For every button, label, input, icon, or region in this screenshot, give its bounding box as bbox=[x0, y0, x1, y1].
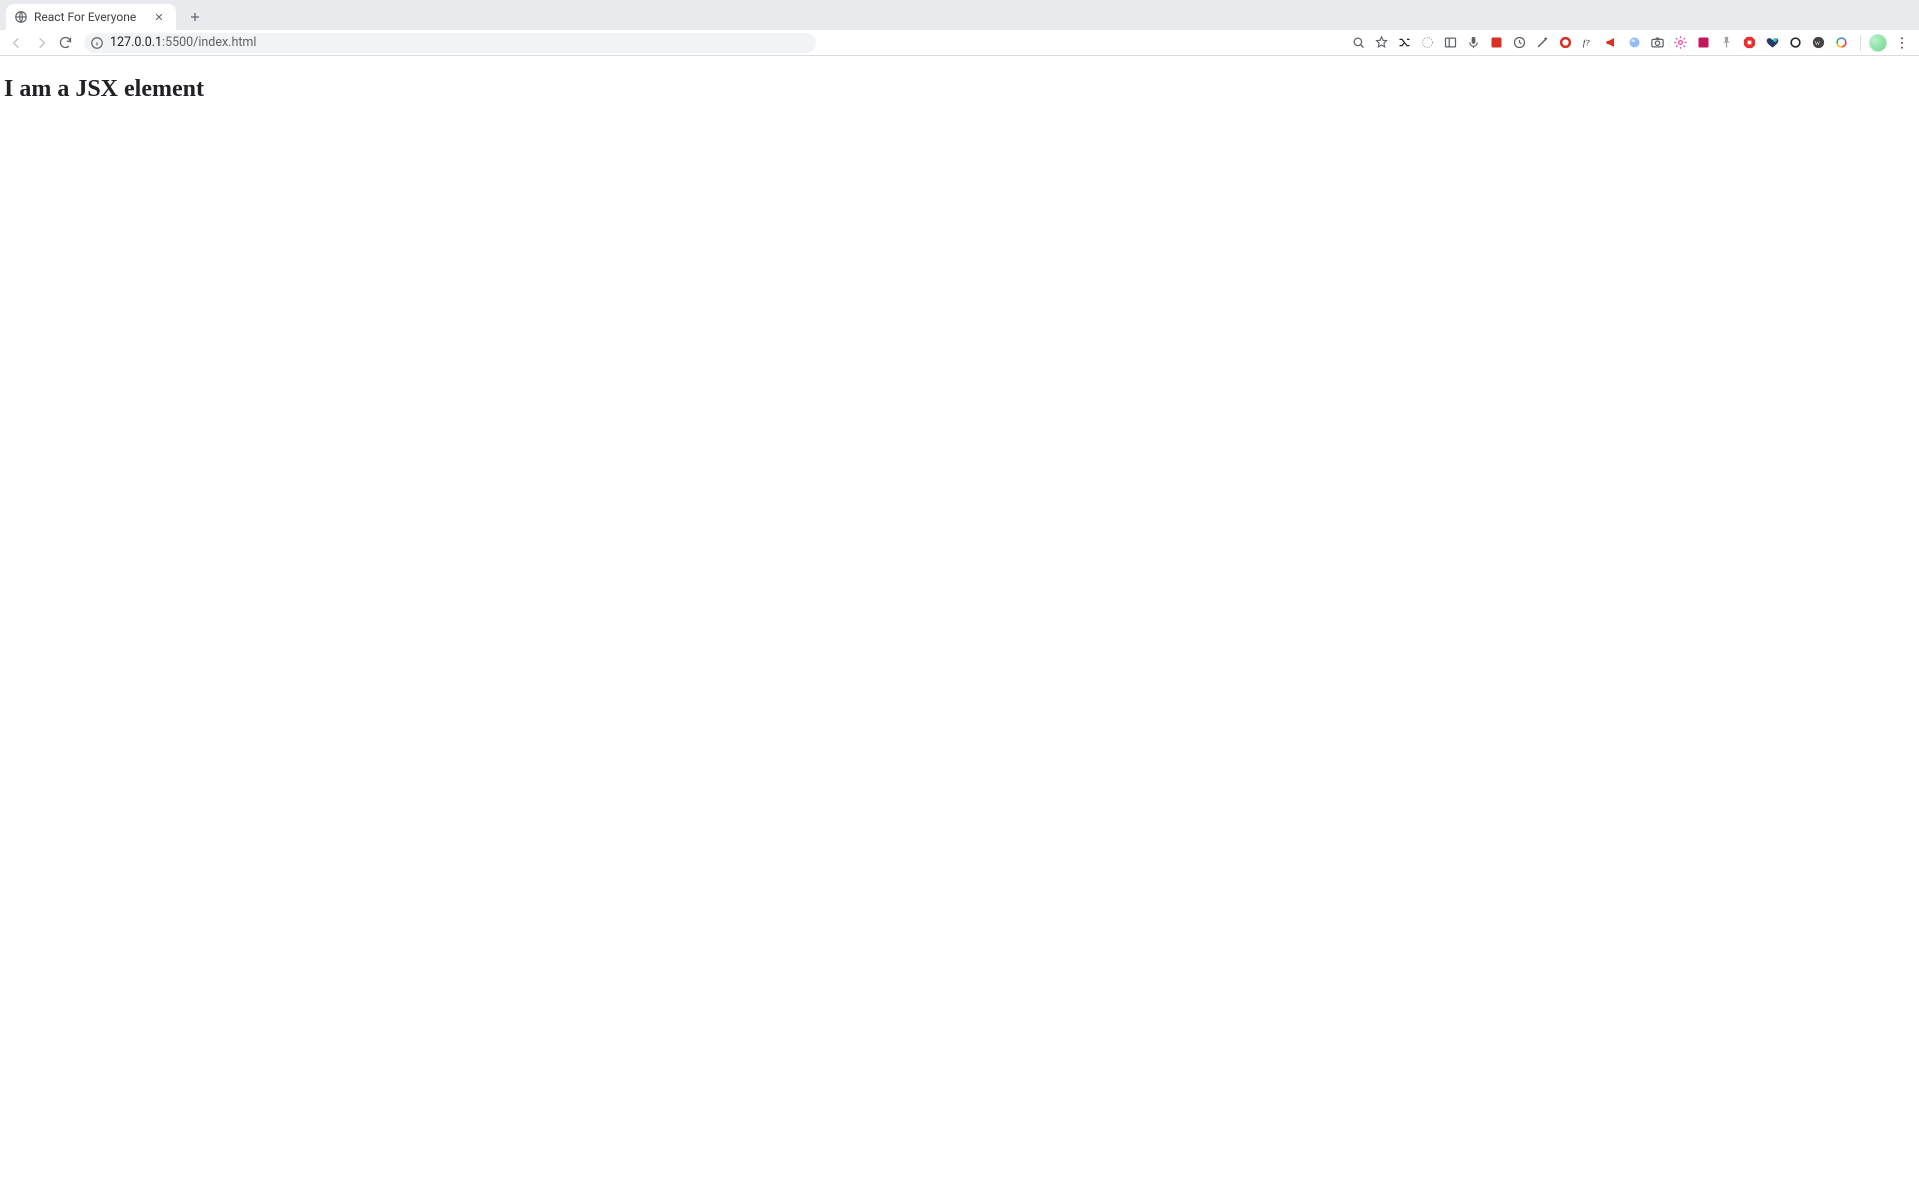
page-viewport: I am a JSX element bbox=[0, 56, 1919, 1190]
close-tab-button[interactable] bbox=[152, 10, 166, 24]
rainbow-ring-icon[interactable] bbox=[1830, 32, 1852, 54]
wand-icon[interactable] bbox=[1531, 32, 1553, 54]
globe-dashed-icon[interactable] bbox=[1416, 32, 1438, 54]
wp-icon[interactable]: W bbox=[1807, 32, 1829, 54]
svg-text:W: W bbox=[1814, 41, 1820, 47]
svg-text:f?: f? bbox=[1582, 38, 1589, 48]
extensions-cluster: f? W bbox=[1347, 32, 1854, 54]
toolbar-divider bbox=[1860, 35, 1861, 51]
url-host: 127.0.0.1 bbox=[110, 35, 162, 50]
forward-button[interactable] bbox=[30, 32, 52, 54]
panel-icon[interactable] bbox=[1439, 32, 1461, 54]
mic-icon[interactable] bbox=[1462, 32, 1484, 54]
red-o-icon[interactable] bbox=[1554, 32, 1576, 54]
url-text: 127.0.0.1:5500/index.html bbox=[110, 35, 256, 50]
star-icon[interactable] bbox=[1370, 32, 1392, 54]
dark-ring-icon[interactable] bbox=[1784, 32, 1806, 54]
site-info-icon[interactable] bbox=[90, 36, 104, 50]
camera-icon[interactable] bbox=[1646, 32, 1668, 54]
red-box-icon[interactable] bbox=[1485, 32, 1507, 54]
browser-toolbar: 127.0.0.1:5500/index.html f? W bbox=[0, 30, 1919, 56]
browser-tab[interactable]: React For Everyone bbox=[6, 4, 176, 30]
page-heading: I am a JSX element bbox=[4, 76, 1915, 103]
gray-pin-icon[interactable] bbox=[1715, 32, 1737, 54]
tab-strip: React For Everyone bbox=[0, 0, 1919, 30]
new-tab-button[interactable] bbox=[182, 4, 208, 30]
address-bar[interactable]: 127.0.0.1:5500/index.html bbox=[84, 33, 816, 53]
f-question-icon[interactable]: f? bbox=[1577, 32, 1599, 54]
avatar-icon bbox=[1869, 34, 1887, 52]
clock-icon[interactable] bbox=[1508, 32, 1530, 54]
pink-gear-icon[interactable] bbox=[1669, 32, 1691, 54]
blue-sphere-icon[interactable] bbox=[1623, 32, 1645, 54]
heart-icon[interactable] bbox=[1761, 32, 1783, 54]
megaphone-icon[interactable] bbox=[1600, 32, 1622, 54]
search-icon[interactable] bbox=[1347, 32, 1369, 54]
reload-button[interactable] bbox=[54, 32, 76, 54]
tab-title: React For Everyone bbox=[34, 10, 146, 24]
globe-icon bbox=[14, 10, 28, 24]
magenta-box-icon[interactable] bbox=[1692, 32, 1714, 54]
profile-avatar[interactable] bbox=[1867, 32, 1889, 54]
shuffle-icon[interactable] bbox=[1393, 32, 1415, 54]
chrome-menu-button[interactable] bbox=[1891, 32, 1913, 54]
url-path: :5500/index.html bbox=[162, 35, 256, 50]
back-button[interactable] bbox=[6, 32, 28, 54]
red-stop-icon[interactable] bbox=[1738, 32, 1760, 54]
